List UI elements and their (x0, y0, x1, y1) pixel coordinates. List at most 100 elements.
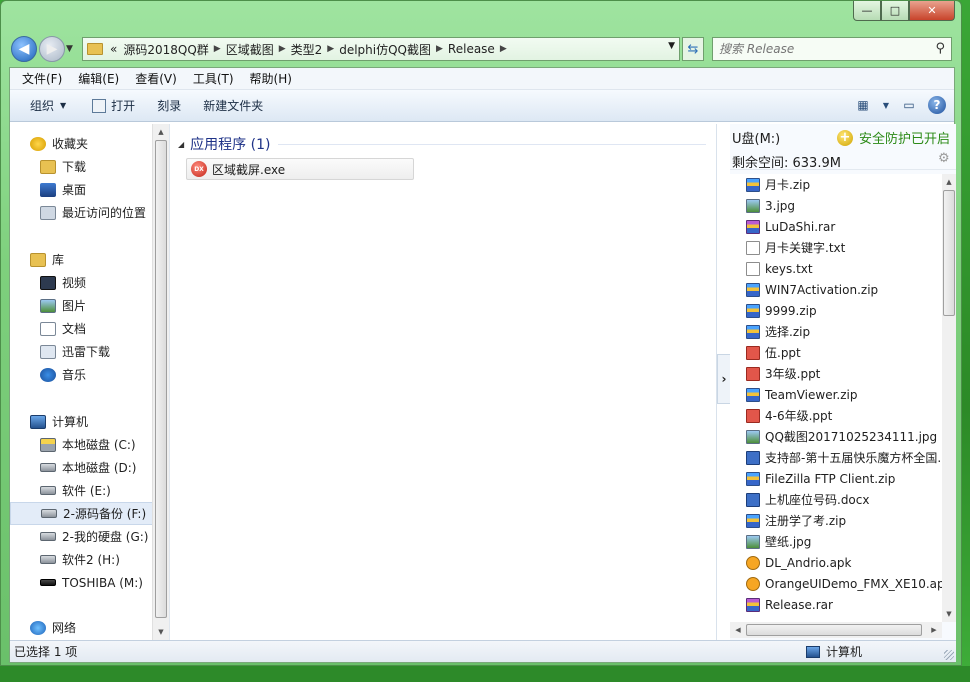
usb-file-item[interactable]: 9999.zip (730, 300, 942, 321)
nav-item-drive-f[interactable]: 2-源码备份 (F:) (10, 502, 153, 525)
usb-file-item[interactable]: Release.rar (730, 594, 942, 615)
panel-splitter[interactable]: › (716, 124, 731, 640)
menu-edit[interactable]: 编辑(E) (70, 70, 127, 87)
breadcrumb-item[interactable]: 区域截图 (223, 41, 277, 58)
zip-file-icon (746, 471, 760, 486)
usb-file-item[interactable]: DL_Andrio.apk (730, 552, 942, 573)
nav-item-videos[interactable]: 视频 (10, 271, 153, 294)
group-header[interactable]: ◢ 应用程序 (1) (178, 134, 706, 154)
search-icon[interactable]: ⚲ (935, 41, 945, 56)
breadcrumb-chevron-icon[interactable]: ▶ (212, 44, 223, 54)
new-folder-button[interactable]: 新建文件夹 (195, 97, 273, 114)
usb-horizontal-scrollbar[interactable]: ◀ ▶ (730, 622, 942, 638)
usb-file-item[interactable]: WIN7Activation.zip (730, 279, 942, 300)
breadcrumb-item[interactable]: 源码2018QQ群 (120, 41, 211, 58)
nav-item-recent-places[interactable]: 最近访问的位置 (10, 201, 153, 224)
nav-item-drive-h[interactable]: 软件2 (H:) (10, 548, 153, 571)
help-icon[interactable]: ? (928, 96, 946, 114)
usb-file-item[interactable]: 伍.ppt (730, 342, 942, 363)
scroll-down-icon[interactable]: ▼ (942, 606, 956, 622)
nav-label: 音乐 (62, 368, 87, 382)
nav-item-music[interactable]: 音乐 (10, 363, 153, 386)
breadcrumb-chevron-icon[interactable]: ▶ (277, 44, 288, 54)
usb-file-item[interactable]: 支持部-第十五届快乐魔方杯全国... (730, 447, 942, 468)
usb-file-item[interactable]: TeamViewer.zip (730, 384, 942, 405)
breadcrumb-chevron-icon[interactable]: ▶ (498, 44, 509, 54)
usb-vertical-scrollbar[interactable]: ▲ ▼ (942, 174, 956, 622)
maximize-button[interactable]: □ (881, 1, 909, 21)
menu-tools[interactable]: 工具(T) (185, 70, 242, 87)
usb-file-item[interactable]: OrangeUIDemo_FMX_XE10.apk (730, 573, 942, 594)
usb-file-item[interactable]: QQ截图20171025234111.jpg (730, 426, 942, 447)
usb-file-item[interactable]: 月卡.zip (730, 174, 942, 195)
menu-help[interactable]: 帮助(H) (242, 70, 300, 87)
nav-item-network[interactable]: 网络 (10, 616, 153, 639)
back-button[interactable]: ◀ (11, 36, 37, 62)
breadcrumb-item[interactable]: 类型2 (288, 41, 326, 58)
refresh-button[interactable]: ⇆ (682, 37, 704, 61)
protection-status[interactable]: + 安全防护已开启 (836, 128, 950, 147)
nav-item-favorites[interactable]: 收藏夹 (10, 132, 153, 155)
close-button[interactable]: ✕ (909, 1, 955, 21)
search-input[interactable] (719, 42, 919, 56)
nav-item-documents[interactable]: 文档 (10, 317, 153, 340)
navigation-scrollbar[interactable]: ▲ ▼ (152, 124, 169, 640)
address-bar[interactable]: « 源码2018QQ群 ▶ 区域截图 ▶ 类型2 ▶ delphi仿QQ截图 ▶… (82, 37, 680, 61)
usb-file-item[interactable]: LuDaShi.rar (730, 216, 942, 237)
nav-item-computer[interactable]: 计算机 (10, 410, 153, 433)
nav-item-libraries[interactable]: 库 (10, 248, 153, 271)
collapse-icon[interactable]: ◢ (178, 140, 184, 149)
nav-item-thunder-downloads[interactable]: 迅雷下载 (10, 340, 153, 363)
usb-file-item[interactable]: 上机座位号码.docx (730, 489, 942, 510)
view-dropdown-icon[interactable]: ▼ (882, 96, 890, 114)
usb-file-item[interactable]: 月卡关键字.txt (730, 237, 942, 258)
breadcrumb-chevron-icon[interactable]: ▶ (434, 44, 445, 54)
scroll-down-icon[interactable]: ▼ (153, 624, 169, 640)
usb-file-item[interactable]: 壁纸.jpg (730, 531, 942, 552)
burn-button[interactable]: 刻录 (149, 97, 191, 114)
scrollbar-thumb[interactable] (943, 190, 955, 316)
menu-file[interactable]: 文件(F) (14, 70, 70, 87)
minimize-button[interactable]: — (853, 1, 881, 21)
usb-file-item[interactable]: 选择.zip (730, 321, 942, 342)
nav-item-drive-g[interactable]: 2-我的硬盘 (G:) (10, 525, 153, 548)
view-options-icon[interactable]: ▦ (854, 96, 872, 114)
nav-item-drive-m[interactable]: TOSHIBA (M:) (10, 571, 153, 594)
scroll-left-icon[interactable]: ◀ (730, 622, 746, 638)
scrollbar-thumb[interactable] (155, 140, 167, 618)
nav-item-drive-c[interactable]: 本地磁盘 (C:) (10, 433, 153, 456)
gear-icon[interactable]: ⚙ (938, 152, 952, 166)
search-box[interactable]: ⚲ (712, 37, 952, 61)
expand-panel-button[interactable]: › (717, 354, 731, 404)
scroll-up-icon[interactable]: ▲ (153, 124, 169, 140)
scroll-up-icon[interactable]: ▲ (942, 174, 956, 190)
scrollbar-thumb[interactable] (746, 624, 922, 636)
breadcrumb-overflow[interactable]: « (107, 42, 120, 56)
recent-pages-dropdown[interactable]: ▼ (66, 44, 78, 54)
nav-item-drive-e[interactable]: 软件 (E:) (10, 479, 153, 502)
breadcrumb-chevron-icon[interactable]: ▶ (325, 44, 336, 54)
organize-button[interactable]: 组织 ▼ (22, 97, 76, 114)
menu-view[interactable]: 查看(V) (127, 70, 185, 87)
file-item[interactable]: DX 区域截屏.exe (186, 158, 414, 180)
nav-item-downloads[interactable]: 下载 (10, 155, 153, 178)
usb-file-item[interactable]: FileZilla FTP Client.zip (730, 468, 942, 489)
open-button[interactable]: 打开 (84, 97, 145, 114)
usb-file-item[interactable]: 3年级.ppt (730, 363, 942, 384)
nav-item-desktop[interactable]: 桌面 (10, 178, 153, 201)
usb-file-item[interactable]: 3.jpg (730, 195, 942, 216)
breadcrumb-item[interactable]: delphi仿QQ截图 (336, 41, 434, 58)
resize-grip-icon[interactable] (944, 650, 954, 660)
preview-pane-icon[interactable]: ▭ (900, 96, 918, 114)
usb-file-name: OrangeUIDemo_FMX_XE10.apk (765, 576, 942, 591)
usb-file-item[interactable]: 4-6年级.ppt (730, 405, 942, 426)
usb-file-item[interactable]: keys.txt (730, 258, 942, 279)
nav-item-drive-d[interactable]: 本地磁盘 (D:) (10, 456, 153, 479)
scroll-right-icon[interactable]: ▶ (926, 622, 942, 638)
nav-item-pictures[interactable]: 图片 (10, 294, 153, 317)
usb-file-item[interactable]: 注册学了考.zip (730, 510, 942, 531)
file-content-pane[interactable]: ◢ 应用程序 (1) DX 区域截屏.exe (170, 124, 716, 640)
address-dropdown-icon[interactable]: ▼ (668, 41, 675, 51)
breadcrumb-item[interactable]: Release (445, 42, 498, 56)
forward-button[interactable]: ▶ (39, 36, 65, 62)
